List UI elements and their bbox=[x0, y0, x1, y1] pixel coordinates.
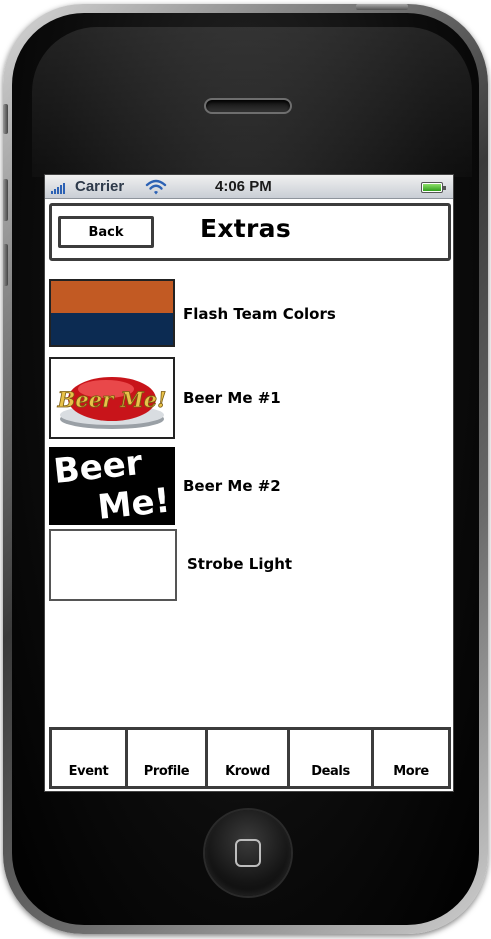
volume-down-button bbox=[3, 244, 8, 286]
list-item-beer-me-1[interactable]: Beer Me! Beer Me #1 bbox=[49, 357, 449, 441]
mute-switch bbox=[3, 104, 8, 134]
tab-krowd[interactable]: Krowd bbox=[208, 730, 290, 786]
list-item-label: Strobe Light bbox=[187, 555, 293, 573]
tab-bar: Event Profile Krowd Deals More bbox=[49, 727, 451, 789]
page-title: Extras bbox=[200, 214, 292, 243]
svg-text:Me!: Me! bbox=[96, 481, 172, 525]
tab-label: Event bbox=[68, 764, 109, 779]
back-button[interactable]: Back bbox=[58, 216, 154, 248]
status-bar: Carrier 4:06 PM bbox=[45, 175, 453, 199]
carrier-name: Carrier bbox=[75, 178, 125, 195]
blank-white-swatch bbox=[49, 529, 177, 601]
list-item-label: Beer Me #2 bbox=[183, 477, 281, 495]
beer-me-text-image: Beer Me! bbox=[49, 447, 175, 525]
list-item-beer-me-2[interactable]: Beer Me! Beer Me #2 bbox=[49, 447, 449, 527]
list-item-flash-team-colors[interactable]: Flash Team Colors bbox=[49, 279, 449, 349]
battery-icon bbox=[421, 182, 446, 193]
beer-me-button-image: Beer Me! bbox=[49, 357, 175, 439]
tab-label: Deals bbox=[311, 764, 350, 779]
list-item-strobe-light[interactable]: Strobe Light bbox=[49, 529, 449, 603]
status-time: 4:06 PM bbox=[215, 178, 272, 195]
tab-profile[interactable]: Profile bbox=[128, 730, 208, 786]
tab-label: Krowd bbox=[225, 764, 270, 779]
tab-deals[interactable]: Deals bbox=[290, 730, 374, 786]
earpiece-speaker bbox=[204, 98, 292, 114]
tab-label: Profile bbox=[143, 764, 190, 779]
tab-event[interactable]: Event bbox=[52, 730, 128, 786]
list-item-label: Flash Team Colors bbox=[183, 305, 336, 323]
team-colors-swatch bbox=[49, 279, 175, 347]
sleep-button bbox=[356, 4, 408, 10]
phone-screen: Carrier 4:06 PM Back Extras Flash Team C… bbox=[44, 174, 454, 792]
home-square-icon bbox=[235, 839, 261, 867]
tab-label: More bbox=[393, 764, 429, 779]
home-button[interactable] bbox=[205, 810, 291, 896]
navigation-bar: Back Extras bbox=[49, 203, 451, 261]
list-item-label: Beer Me #1 bbox=[183, 389, 281, 407]
wifi-icon bbox=[145, 179, 167, 195]
tab-more[interactable]: More bbox=[374, 730, 448, 786]
volume-up-button bbox=[3, 179, 8, 221]
signal-bars-icon bbox=[51, 182, 65, 194]
svg-text:Beer Me!: Beer Me! bbox=[57, 387, 167, 412]
